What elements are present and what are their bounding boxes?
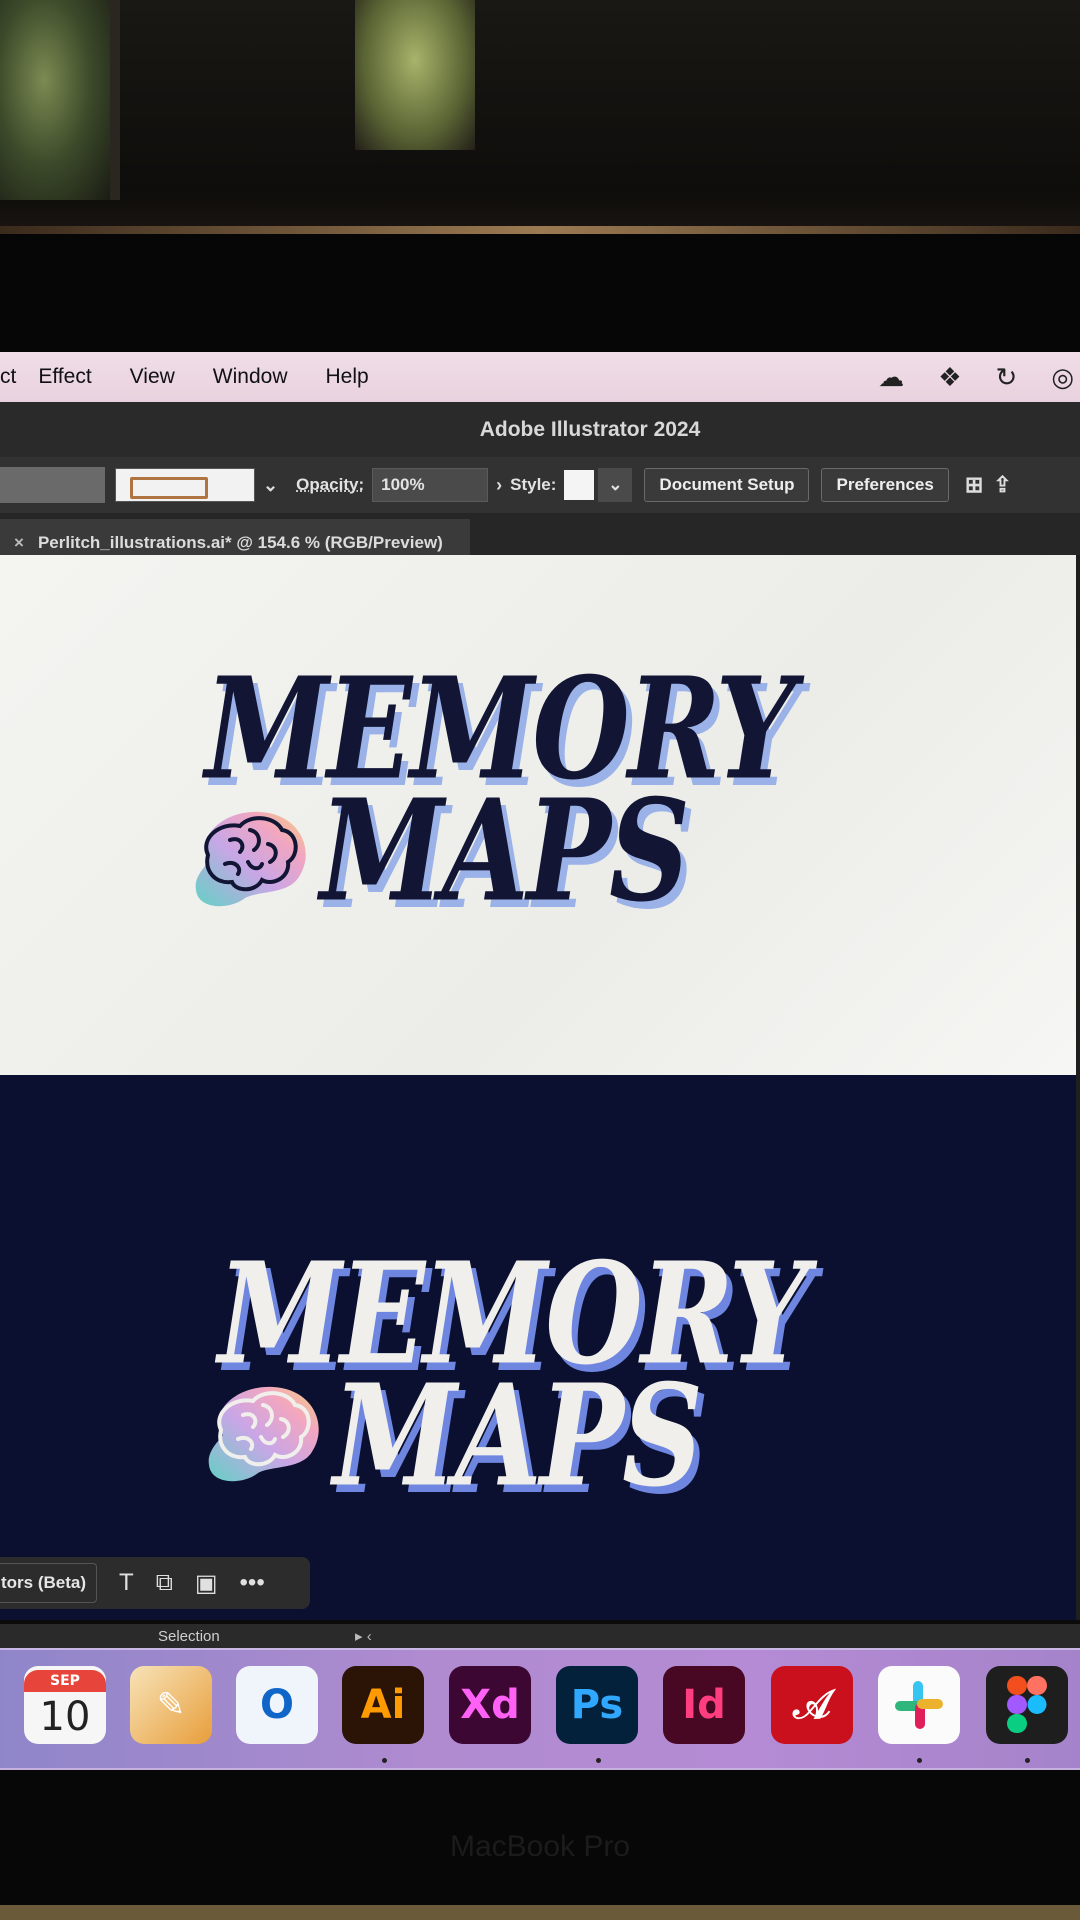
status-arrows-icon[interactable]: ▸ ‹ (355, 1627, 372, 1645)
chevron-down-icon[interactable]: ⌄ (263, 475, 278, 496)
style-dropdown[interactable]: ⌄ (598, 468, 633, 502)
pen-icon: ✎ (156, 1685, 186, 1725)
slack-app[interactable] (878, 1666, 960, 1744)
figma-icon (1007, 1676, 1047, 1733)
close-icon[interactable]: × (14, 533, 24, 553)
running-indicator (917, 1758, 922, 1763)
crop-icon[interactable]: ⧉ (156, 1569, 173, 1597)
logo-line-2: MAPS (333, 1354, 703, 1519)
menu-effect[interactable]: Effect (38, 365, 91, 389)
chevron-right-icon[interactable]: › (496, 475, 502, 496)
brain-icon (190, 800, 315, 915)
slack-icon (895, 1681, 943, 1729)
outlook-app[interactable]: O (236, 1666, 318, 1744)
document-setup-button[interactable]: Document Setup (644, 468, 810, 502)
running-indicator (382, 1758, 387, 1763)
photoshop-app[interactable]: Ps (556, 1666, 638, 1744)
opacity-label[interactable]: Opacity: (296, 475, 364, 495)
running-indicator (1025, 1758, 1030, 1763)
figma-app[interactable] (986, 1666, 1068, 1744)
status-bar: Selection ▸ ‹ (0, 1624, 1080, 1650)
dock: SEP 10 ✎ O Ai Xd Ps Id 𝒜 (0, 1648, 1080, 1770)
pages-app[interactable]: ✎ (130, 1666, 212, 1744)
window-light-2 (355, 0, 475, 150)
style-swatch[interactable] (564, 470, 595, 500)
control-bar: ⌄ Opacity: 100% › Style: ⌄ Document Setu… (0, 457, 1080, 513)
desk-surface (0, 1905, 1080, 1920)
app-title-bar: Adobe Illustrator 2024 (0, 402, 1080, 457)
laptop-brand: MacBook Pro (449, 1830, 631, 1863)
illustrator-app[interactable]: Ai (342, 1666, 424, 1744)
stroke-weight-field[interactable] (0, 467, 105, 503)
background-room (0, 0, 1080, 240)
image-trace-icon[interactable]: ▣ (195, 1569, 218, 1598)
acrobat-app[interactable]: 𝒜 (771, 1666, 853, 1744)
menu-help[interactable]: Help (326, 365, 369, 389)
sync-icon[interactable]: ↻ (996, 362, 1018, 393)
creative-cloud-icon[interactable]: ☁ (878, 362, 904, 393)
top-bezel (0, 234, 1080, 354)
chevron-down-icon: ⌄ (608, 475, 623, 494)
artboard-dark[interactable]: MEMORY MAPS (0, 1075, 1078, 1620)
calendar-day: 10 (39, 1694, 91, 1740)
style-label: Style: (510, 475, 557, 494)
share-icon[interactable]: ⇪ (993, 472, 1011, 498)
cc-status-icon[interactable]: ◎ (1051, 362, 1074, 393)
opacity-input[interactable]: 100% (372, 468, 489, 502)
document-tab-title: Perlitch_illustrations.ai* @ 154.6 % (RG… (37, 533, 443, 552)
logo-line-2: MAPS (320, 769, 690, 934)
menu-status-icons: ☁ ❖ ↻ ◎ (878, 352, 1080, 402)
arrange-documents-icon[interactable]: ⊞ (965, 472, 983, 498)
menu-window[interactable]: Window (213, 365, 288, 389)
outlook-icon: O (259, 1682, 294, 1728)
acrobat-icon: 𝒜 (793, 1682, 831, 1728)
brain-icon (203, 1375, 328, 1490)
window-light (0, 0, 120, 200)
xd-app[interactable]: Xd (449, 1666, 531, 1744)
calendar-month: SEP (24, 1670, 106, 1692)
app-title: Adobe Illustrator 2024 (479, 417, 701, 441)
contextual-task-bar: tors (Beta) T ⧉ ▣ ••• (0, 1557, 310, 1609)
preferences-button[interactable]: Preferences (821, 468, 949, 502)
menu-view[interactable]: View (130, 365, 175, 389)
menu-bar: ct Effect View Window Help ☁ ❖ ↻ ◎ (0, 352, 1080, 402)
menu-object[interactable]: ct (0, 365, 16, 389)
brush-preview[interactable] (115, 468, 255, 502)
laptop-lid-edge (0, 226, 1080, 234)
figma-icon[interactable]: ❖ (938, 362, 961, 393)
more-icon[interactable]: ••• (240, 1569, 265, 1597)
current-tool-label[interactable]: Selection (158, 1628, 220, 1645)
text-icon[interactable]: T (119, 1569, 134, 1597)
canvas-edge (1076, 555, 1080, 1620)
calendar-app[interactable]: SEP 10 (24, 1666, 106, 1744)
running-indicator (596, 1758, 601, 1763)
generate-vectors-button[interactable]: tors (Beta) (0, 1563, 98, 1603)
indesign-app[interactable]: Id (663, 1666, 745, 1744)
artboard-light[interactable]: MEMORY MAPS (0, 555, 1078, 1075)
